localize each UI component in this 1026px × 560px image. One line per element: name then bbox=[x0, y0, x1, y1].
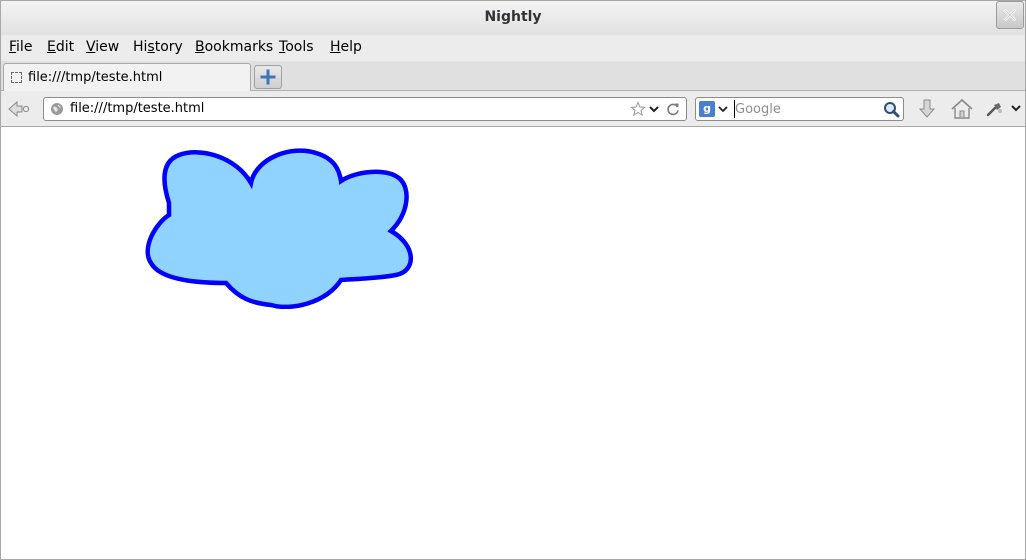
new-tab-button[interactable] bbox=[254, 65, 282, 89]
chevron-down-icon bbox=[1011, 105, 1021, 112]
menu-bookmarks[interactable]: Bookmarks bbox=[195, 39, 273, 55]
menu-history[interactable]: History bbox=[133, 39, 183, 55]
url-text[interactable]: file:///tmp/teste.html bbox=[70, 101, 204, 116]
menu-edit-rest: dit bbox=[55, 39, 75, 55]
back-arrow-icon bbox=[8, 100, 30, 118]
menu-help-rest: elp bbox=[340, 39, 362, 55]
page-content bbox=[1, 127, 1025, 559]
chevron-down-icon[interactable] bbox=[648, 103, 660, 115]
close-window-button[interactable] bbox=[996, 1, 1024, 29]
menu-view[interactable]: View bbox=[86, 39, 119, 55]
toolbar-overflow-button[interactable] bbox=[1010, 101, 1022, 115]
download-arrow-icon bbox=[918, 99, 936, 118]
tab-title: file:///tmp/teste.html bbox=[28, 70, 163, 85]
menu-tools[interactable]: Tools bbox=[279, 39, 314, 55]
menu-view-mnemonic: V bbox=[86, 39, 96, 55]
tab-active[interactable]: file:///tmp/teste.html bbox=[3, 63, 251, 91]
search-bar: g bbox=[695, 97, 904, 121]
cloud-outline bbox=[145, 148, 414, 309]
menu-help[interactable]: Help bbox=[330, 39, 362, 55]
plus-icon bbox=[260, 69, 276, 85]
close-icon bbox=[1004, 9, 1016, 21]
developer-tools-button[interactable] bbox=[985, 99, 1005, 119]
menu-bookmarks-rest: ookmarks bbox=[204, 39, 274, 55]
title-bar[interactable]: Nightly bbox=[1, 1, 1025, 35]
home-icon bbox=[951, 98, 973, 119]
bookmark-star-icon[interactable] bbox=[630, 101, 646, 117]
menu-file-mnemonic: F bbox=[9, 39, 17, 55]
menu-bar: File Edit View History Bookmarks Tools H… bbox=[1, 35, 1025, 61]
globe-icon[interactable] bbox=[50, 102, 64, 116]
search-input[interactable] bbox=[734, 100, 879, 118]
menu-help-mnemonic: H bbox=[330, 39, 341, 55]
back-button[interactable] bbox=[7, 99, 31, 119]
url-bar[interactable]: file:///tmp/teste.html bbox=[43, 97, 687, 121]
tab-strip: file:///tmp/teste.html bbox=[1, 61, 1025, 91]
menu-history-mnemonic: s bbox=[147, 39, 155, 55]
cloud-shape bbox=[145, 148, 414, 309]
magnifier-icon[interactable] bbox=[883, 101, 900, 118]
navigation-toolbar: file:///tmp/teste.html g bbox=[1, 91, 1025, 127]
menu-file[interactable]: File bbox=[9, 39, 32, 55]
menu-history-rest: tory bbox=[154, 39, 183, 55]
downloads-button[interactable] bbox=[915, 97, 939, 121]
menu-file-rest: ile bbox=[16, 39, 33, 55]
developer-tools-icon bbox=[986, 103, 1002, 117]
chevron-down-icon[interactable] bbox=[718, 104, 728, 114]
menu-edit-mnemonic: E bbox=[47, 39, 56, 55]
browser-window: Nightly File Edit View History Bookmarks… bbox=[0, 0, 1026, 560]
home-button[interactable] bbox=[949, 97, 975, 121]
menu-tools-rest: ools bbox=[285, 39, 314, 55]
window-title: Nightly bbox=[484, 9, 542, 25]
menu-view-rest: iew bbox=[95, 39, 120, 55]
menu-bookmarks-mnemonic: B bbox=[195, 39, 205, 55]
search-engine-icon[interactable]: g bbox=[699, 101, 715, 117]
menu-edit[interactable]: Edit bbox=[47, 39, 74, 55]
menu-history-pre: Hi bbox=[133, 39, 148, 55]
default-favicon-icon bbox=[11, 72, 22, 83]
reload-icon[interactable] bbox=[665, 101, 681, 117]
